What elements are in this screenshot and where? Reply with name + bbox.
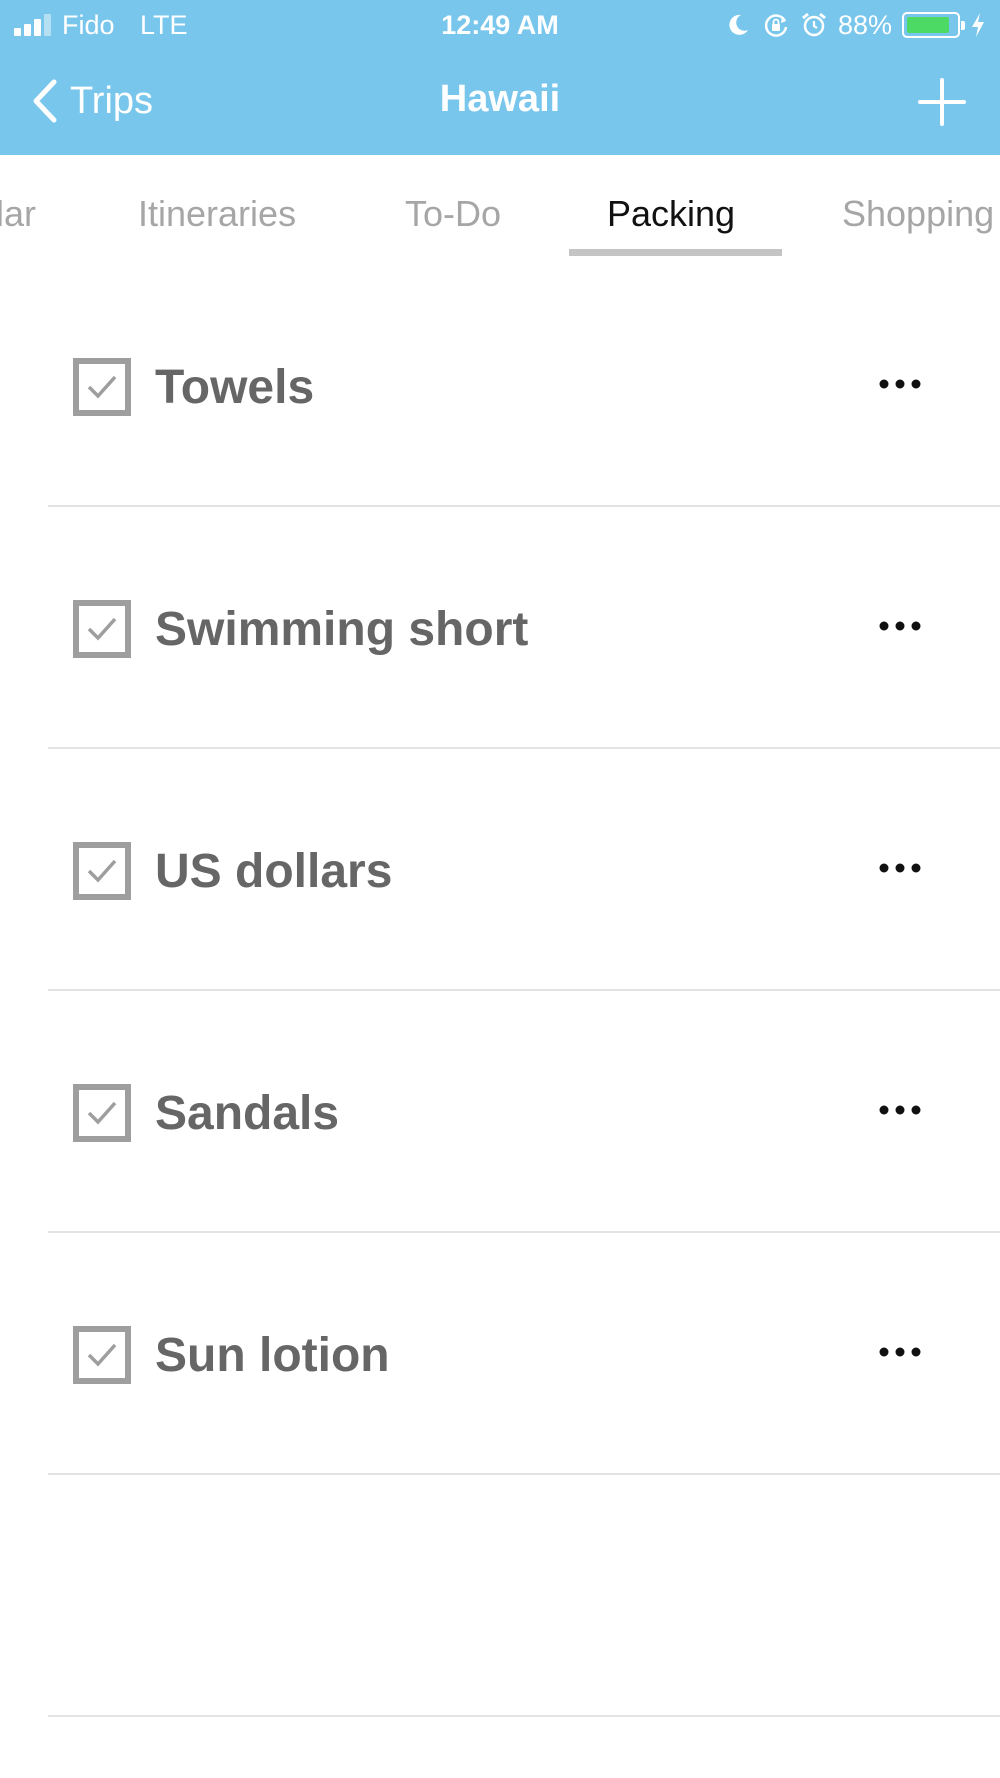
tab-itineraries[interactable]: Itineraries (138, 193, 296, 235)
moon-icon (729, 14, 748, 35)
checkmark-icon (87, 1343, 117, 1367)
list-item[interactable]: Sun lotion (48, 1233, 1000, 1475)
tab-packing[interactable]: Packing (607, 193, 735, 235)
more-options-button[interactable] (876, 611, 924, 641)
item-checkbox[interactable] (73, 1326, 131, 1384)
list-item[interactable]: Swimming short (48, 507, 1000, 749)
battery-percent: 88% (837, 9, 892, 40)
more-options-button[interactable] (876, 1095, 924, 1125)
page-title: Hawaii (439, 78, 561, 120)
charging-icon (972, 13, 984, 37)
navigation-bar: Trips Hawaii (0, 60, 1000, 144)
checkmark-icon (87, 375, 117, 399)
item-checkbox[interactable] (73, 842, 131, 900)
checkmark-icon (87, 859, 117, 883)
status-right-icons: 88% (724, 9, 986, 41)
item-label: Sun lotion (155, 1329, 390, 1382)
ellipsis-icon (879, 1347, 921, 1357)
empty-list-row[interactable] (48, 1475, 1000, 1717)
ellipsis-icon (879, 621, 921, 631)
more-options-button[interactable] (876, 369, 924, 399)
rotation-lock-icon (764, 14, 788, 37)
ellipsis-icon (879, 1105, 921, 1115)
checkmark-icon (87, 617, 117, 641)
screen: Fido LTE 12:49 AM 88% Trips Hawaii lar I… (0, 0, 1000, 1778)
item-checkbox[interactable] (73, 358, 131, 416)
item-label: US dollars (155, 845, 393, 898)
active-tab-indicator (569, 249, 782, 256)
more-options-button[interactable] (876, 853, 924, 883)
tab-bar: lar Itineraries To-Do Packing Shopping (0, 155, 1000, 260)
packing-list: Towels Swimming short US dollars Sandals… (0, 265, 1000, 1717)
list-item[interactable]: Towels (48, 265, 1000, 507)
tab-to-do[interactable]: To-Do (405, 193, 501, 235)
status-bar: Fido LTE 12:49 AM 88% (0, 0, 1000, 50)
list-item[interactable]: US dollars (48, 749, 1000, 991)
battery-level-fill (907, 17, 950, 33)
item-label: Sandals (155, 1087, 340, 1140)
tab-calendar[interactable]: lar (0, 193, 36, 235)
checkmark-icon (87, 1101, 117, 1125)
ellipsis-icon (879, 379, 921, 389)
item-checkbox[interactable] (73, 1084, 131, 1142)
plus-icon[interactable] (914, 74, 970, 130)
more-options-button[interactable] (876, 1337, 924, 1367)
item-label: Towels (155, 361, 315, 414)
top-bar: Fido LTE 12:49 AM 88% Trips Hawaii (0, 0, 1000, 155)
tab-shopping[interactable]: Shopping (842, 193, 994, 235)
item-label: Swimming short (155, 603, 529, 656)
battery-icon (902, 12, 965, 38)
alarm-icon (802, 12, 826, 37)
list-item[interactable]: Sandals (48, 991, 1000, 1233)
item-checkbox[interactable] (73, 600, 131, 658)
ellipsis-icon (879, 863, 921, 873)
